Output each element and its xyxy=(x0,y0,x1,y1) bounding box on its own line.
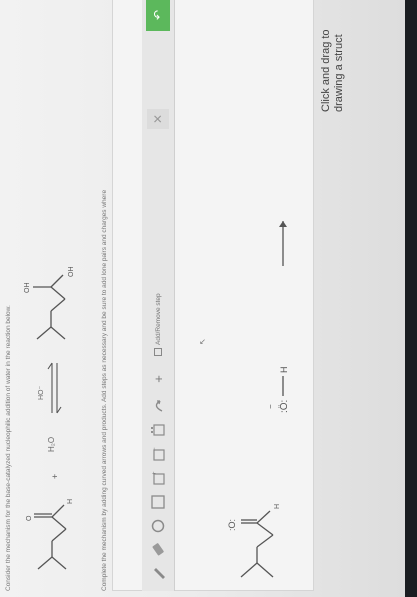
aldehyde-o-label: O xyxy=(26,515,33,521)
hydroxide-h-label: H xyxy=(279,367,289,374)
charge-tool-icon[interactable]: + xyxy=(149,469,167,487)
undo-button[interactable]: ↶ xyxy=(146,0,170,31)
problem-intro: Consider the mechanism for the base-cata… xyxy=(5,305,12,591)
svg-text:+: + xyxy=(152,471,158,475)
aldehyde-reactant: O H xyxy=(26,499,74,570)
eraser-icon[interactable] xyxy=(149,541,167,559)
carbonyl-h-label: H xyxy=(274,504,281,509)
hydroxide-charge: − xyxy=(266,404,275,409)
equilibrium-arrow xyxy=(47,362,62,414)
negative-charge-icon[interactable]: − xyxy=(149,445,167,463)
step-checkbox-icon xyxy=(154,348,162,356)
bond-tool-icon[interactable] xyxy=(149,493,167,511)
svg-text:−: − xyxy=(152,447,158,451)
add-step-plus-icon[interactable]: + xyxy=(149,372,167,386)
drawing-toolbar: + − + Add/Remove step ✕ ↶ xyxy=(142,0,175,591)
carbonyl-o-label: :O: xyxy=(227,519,237,531)
ring-icon[interactable] xyxy=(149,517,167,535)
lone-pair-icon[interactable] xyxy=(149,421,167,439)
canvas-molecules: :O: H :Ö: − H ↖ xyxy=(198,221,290,578)
product-oh-top: OH xyxy=(24,283,31,294)
add-remove-step-button[interactable]: Add/Remove step xyxy=(149,276,167,356)
close-icon[interactable]: ✕ xyxy=(147,109,169,129)
water-label: H₂O xyxy=(47,436,56,452)
product-oh-bottom: OH xyxy=(68,267,75,278)
aldehyde-h-label: H xyxy=(67,499,74,504)
plus-sign: + xyxy=(50,473,60,479)
problem-page: Consider the mechanism for the base-cata… xyxy=(0,0,417,597)
hydroxide-o-label: :Ö: xyxy=(278,400,290,413)
screen: Consider the mechanism for the base-cata… xyxy=(0,0,417,597)
diol-product: OH OH xyxy=(24,267,75,340)
add-remove-step-label: Add/Remove step xyxy=(154,293,162,345)
curved-arrow-icon[interactable] xyxy=(149,397,167,415)
screen-bezel xyxy=(405,0,417,597)
drawing-hint: Click and drag to drawing a struct xyxy=(320,29,346,112)
pencil-icon[interactable] xyxy=(149,565,167,583)
hint-line-1: Click and drag to xyxy=(320,29,332,112)
catalyst-label: HO⁻ xyxy=(38,385,45,400)
cursor-icon: ↖ xyxy=(198,338,207,345)
hint-line-2: drawing a struct xyxy=(333,34,345,112)
instructions-text: Complete the mechanism by adding curved … xyxy=(101,189,108,591)
